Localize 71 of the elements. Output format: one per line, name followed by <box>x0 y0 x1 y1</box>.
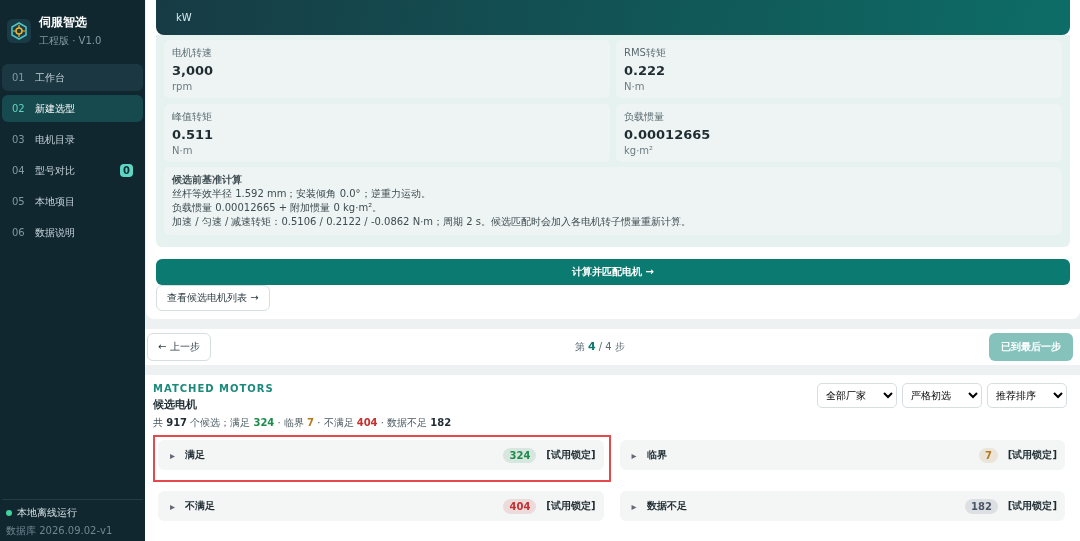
note-title: 候选前基准计算 <box>172 173 243 187</box>
nav-item[interactable]: 04 型号对比 0 <box>2 157 143 184</box>
summary-text: 共 917 个候选；满足 324 · 临界 7 · 不满足 404 · 数据不足 182 <box>153 416 452 430</box>
count-badge: 404 <box>503 498 537 514</box>
metric-label: 电机转速 <box>172 46 213 60</box>
metric-label: RMS转矩 <box>624 46 667 60</box>
metric-value: 0.00012665 <box>624 127 712 142</box>
status-text: 本地离线运行 <box>17 506 77 520</box>
app-name: 伺服智选 <box>39 14 88 31</box>
nav-number: 06 <box>12 227 25 238</box>
lock-tag: [试用锁定] <box>1007 499 1057 513</box>
nav-label: 电机目录 <box>34 132 75 147</box>
metric-value: 0.511 <box>172 127 215 142</box>
note-line: 加速 / 匀速 / 减速转矩：0.5106 / 0.2122 / -0.0862 N·m；周期 2 s。候选匹配时会加入各电机转子惯量重新计算。 <box>172 215 692 229</box>
section-title: 候选电机 <box>153 397 198 412</box>
nav-label: 型号对比 <box>34 163 75 178</box>
nav-label: 本地项目 <box>34 194 75 209</box>
step-indicator: 第 4 / 4 步 <box>574 340 625 354</box>
nav-item[interactable]: 06 数据说明 <box>2 219 143 246</box>
compute-match-button[interactable]: 计算并匹配电机 → <box>156 259 1070 285</box>
metric-unit: N·m <box>172 145 194 156</box>
note-line: 负载惯量 0.00012665 + 附加惯量 0 kg·m²。 <box>172 201 384 215</box>
count-badge: 324 <box>503 447 537 463</box>
result-group[interactable]: ▸ 数据不足 182 [试用锁定] <box>619 491 1065 521</box>
nav-item[interactable]: 05 本地项目 <box>2 188 143 215</box>
app-edition: 工程版 · V1.0 <box>39 34 102 48</box>
metric-value: 0.222 <box>624 63 667 78</box>
count-badge: 7 <box>978 447 998 463</box>
nav-item[interactable]: 03 电机目录 <box>2 126 143 153</box>
nav-item[interactable]: 01 工作台 <box>2 64 143 91</box>
nav-label: 数据说明 <box>34 225 75 240</box>
group-label: 满足 <box>185 448 207 462</box>
nav-label: 工作台 <box>34 70 65 85</box>
expand-marker: ▸ <box>170 500 176 512</box>
database-version: 数据库 2026.09.02-v1 <box>6 524 114 538</box>
count-badge: 182 <box>965 498 998 514</box>
note-line: 丝杆等效半径 1.592 mm；安装倾角 0.0°；逆重力运动。 <box>172 187 432 201</box>
nav-label: 新建选型 <box>34 101 75 116</box>
metric-label: 负载惯量 <box>624 110 665 124</box>
expand-marker: ▸ <box>170 449 176 461</box>
result-group[interactable]: ▸ 临界 7 [试用锁定] <box>619 440 1065 470</box>
nav-item[interactable]: 02 新建选型 <box>2 95 143 122</box>
metric-label: 峰值转矩 <box>172 110 213 124</box>
lock-tag: [试用锁定] <box>1007 448 1057 462</box>
metric-value: 3,000 <box>172 63 215 78</box>
banner-unit: kW <box>176 12 192 23</box>
lock-tag: [试用锁定] <box>546 499 596 513</box>
filter-dropdown[interactable]: 严格初选 <box>902 383 982 408</box>
count-badge: 0 <box>120 164 133 177</box>
metric-unit: rpm <box>172 81 194 92</box>
expand-marker: ▸ <box>631 449 637 461</box>
group-label: 不满足 <box>185 499 217 513</box>
group-label: 数据不足 <box>646 499 688 513</box>
previous-step-button[interactable]: ← 上一步 <box>147 333 211 361</box>
filter-dropdown[interactable]: 全部厂家 <box>817 383 897 408</box>
nav-number: 03 <box>12 134 25 145</box>
metric-unit: N·m <box>624 81 646 92</box>
metric-unit: kg·m² <box>624 145 655 156</box>
section-eyebrow: MATCHED MOTORS <box>153 383 275 394</box>
expand-marker: ▸ <box>631 500 637 512</box>
status-dot <box>6 510 12 516</box>
nav-number: 05 <box>12 196 25 207</box>
candidate-list-button[interactable]: 查看候选电机列表 → <box>156 285 270 311</box>
filter-dropdown[interactable]: 推荐排序 <box>987 383 1067 408</box>
nav-number: 04 <box>12 165 25 176</box>
result-group[interactable]: ▸ 满足 324 [试用锁定] <box>158 440 604 470</box>
lock-tag: [试用锁定] <box>546 448 596 462</box>
nav-number: 01 <box>12 72 25 83</box>
group-label: 临界 <box>646 448 668 462</box>
result-group[interactable]: ▸ 不满足 404 [试用锁定] <box>158 491 604 521</box>
nav-number: 02 <box>12 103 25 114</box>
